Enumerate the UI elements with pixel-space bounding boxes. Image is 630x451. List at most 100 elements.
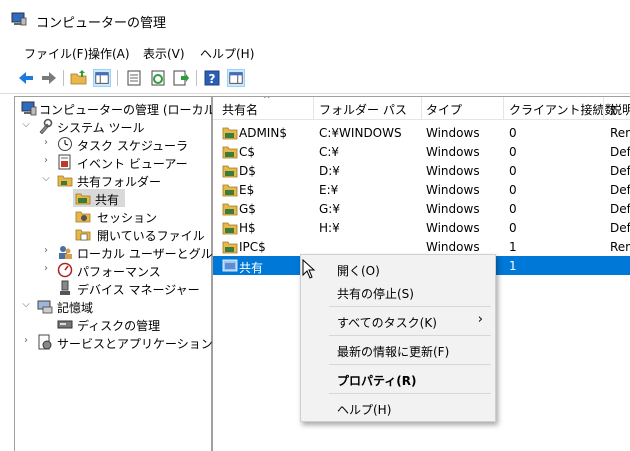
- tree-item-system-tools[interactable]: ⌵ システム ツール: [15, 117, 209, 135]
- tree-item-open-files[interactable]: 開いているファイル: [15, 225, 209, 243]
- show-hide-action-pane-icon[interactable]: [227, 69, 245, 87]
- tree-label: デバイス マネージャー: [77, 283, 200, 297]
- chevron-right-icon[interactable]: ›: [41, 137, 51, 149]
- share-icon: [222, 163, 238, 178]
- context-menu: 開く(O) 共有の停止(S) すべてのタスク(K) › 最新の情報に更新(F) …: [300, 254, 496, 422]
- cell-type: Windows: [426, 221, 480, 235]
- table-row[interactable]: G$ G:¥ Windows 0 Defa: [213, 199, 630, 218]
- tree-item-storage[interactable]: ⌵ 記憶域: [15, 297, 209, 315]
- column-header-client-connections[interactable]: クライアント接続数: [509, 101, 617, 118]
- tree-label: 記憶域: [57, 301, 94, 315]
- menu-item-refresh[interactable]: 最新の情報に更新(F): [301, 339, 495, 361]
- menu-item-all-tasks[interactable]: すべてのタスク(K) ›: [301, 310, 495, 332]
- menu-view[interactable]: 表示(V): [143, 45, 185, 62]
- menu-separator: [329, 393, 491, 394]
- tree-item-disk-management[interactable]: ディスクの管理: [15, 315, 209, 333]
- svg-text:?: ?: [209, 72, 216, 86]
- cell-type: Windows: [426, 183, 480, 197]
- cell-clients: 0: [509, 164, 517, 178]
- menu-item-stop-sharing[interactable]: 共有の停止(S): [301, 281, 495, 303]
- cell-path: C:¥: [319, 145, 340, 159]
- cell-type: Windows: [426, 126, 480, 140]
- cell-desc: Defa: [610, 202, 630, 216]
- cell-name: E$: [239, 183, 255, 197]
- menu-help[interactable]: ヘルプ(H): [200, 45, 254, 62]
- share-icon: [75, 193, 91, 205]
- chevron-right-icon[interactable]: ›: [41, 263, 51, 275]
- help-icon[interactable]: ?: [203, 69, 221, 87]
- console-tree: コンピューターの管理 (ローカル) ⌵ システム ツール › タスク スケジュー…: [14, 96, 236, 451]
- cell-clients: 0: [509, 221, 517, 235]
- column-header-type[interactable]: タイプ: [426, 101, 462, 118]
- cell-clients: 1: [509, 240, 517, 254]
- table-row[interactable]: C$ C:¥ Windows 0 Defa: [213, 142, 630, 161]
- chevron-down-icon[interactable]: ⌵: [41, 173, 51, 185]
- chevron-down-icon[interactable]: ⌵: [21, 119, 31, 131]
- menu-item-label: 共有の停止(S): [337, 287, 414, 301]
- cell-clients: 0: [509, 183, 517, 197]
- menu-separator: [329, 364, 491, 365]
- chevron-right-icon[interactable]: ›: [41, 155, 51, 167]
- tree-label: コンピューターの管理 (ローカル): [39, 103, 221, 117]
- tree-item-computer-management[interactable]: コンピューターの管理 (ローカル): [15, 99, 220, 117]
- column-header-description[interactable]: 説明: [610, 101, 630, 118]
- menu-action[interactable]: 操作(A): [88, 45, 130, 62]
- users-icon: [59, 246, 72, 259]
- cell-clients: 0: [509, 126, 517, 140]
- session-icon: [75, 211, 91, 223]
- forward-icon[interactable]: [40, 69, 58, 87]
- tree-item-sessions[interactable]: セッション: [15, 207, 209, 225]
- tree-item-performance[interactable]: › パフォーマンス: [15, 261, 209, 279]
- tree-label: ディスクの管理: [77, 319, 161, 333]
- tree-item-shares[interactable]: 共有: [73, 189, 125, 207]
- disk-icon: [57, 320, 73, 329]
- table-row[interactable]: D$ D:¥ Windows 0 Defa: [213, 161, 630, 180]
- tree-item-event-viewer[interactable]: › イベント ビューアー: [15, 153, 209, 171]
- toolbar: ?: [0, 63, 630, 94]
- tree-item-device-manager[interactable]: デバイス マネージャー: [15, 279, 209, 297]
- cell-clients: 0: [509, 202, 517, 216]
- cell-type: Windows: [426, 202, 480, 216]
- menu-file[interactable]: ファイル(F): [24, 45, 88, 62]
- cell-type: Windows: [426, 164, 480, 178]
- menu-item-properties[interactable]: プロパティ(R): [301, 368, 495, 390]
- refresh-icon[interactable]: [149, 69, 167, 87]
- open-files-icon: [75, 229, 91, 241]
- cell-name: G$: [239, 202, 256, 216]
- tree-item-task-scheduler[interactable]: › タスク スケジューラ: [15, 135, 209, 153]
- show-hide-tree-icon[interactable]: [93, 69, 111, 87]
- menu-item-help[interactable]: ヘルプ(H): [301, 397, 495, 419]
- chevron-right-icon[interactable]: ›: [41, 245, 51, 257]
- cell-name: 共有: [239, 261, 264, 275]
- cell-clients: 1: [509, 259, 517, 273]
- device-manager-icon: [60, 280, 70, 295]
- tree-item-services-applications[interactable]: › サービスとアプリケーション: [15, 333, 213, 351]
- tree-item-local-users-groups[interactable]: › ローカル ユーザーとグループ: [15, 243, 236, 261]
- menu-item-label: すべてのタスク(K): [337, 316, 437, 330]
- clock-icon: [58, 137, 72, 151]
- menu-separator: [329, 335, 491, 336]
- tools-icon: [39, 118, 53, 134]
- services-icon: [38, 334, 52, 350]
- list-header: 共有名 ^ フォルダー パス タイプ クライアント接続数 説明: [213, 97, 630, 120]
- tree-label: 共有: [95, 193, 120, 207]
- tree-item-shared-folders[interactable]: ⌵ 共有フォルダー: [15, 171, 209, 189]
- table-row[interactable]: H$ H:¥ Windows 0 Defa: [213, 218, 630, 237]
- column-header-folder-path[interactable]: フォルダー パス: [319, 101, 407, 118]
- back-icon[interactable]: [17, 69, 35, 87]
- tree-label: イベント ビューアー: [77, 157, 188, 171]
- share-icon: [222, 201, 238, 216]
- column-header-share-name[interactable]: 共有名: [222, 101, 258, 118]
- table-row[interactable]: E$ E:¥ Windows 0 Defa: [213, 180, 630, 199]
- chevron-down-icon[interactable]: ⌵: [21, 299, 31, 311]
- export-list-icon[interactable]: [172, 69, 190, 87]
- table-row[interactable]: ADMIN$ C:¥WINDOWS Windows 0 Rem: [213, 123, 630, 142]
- chevron-right-icon[interactable]: ›: [21, 335, 31, 347]
- properties-list-icon[interactable]: [125, 69, 143, 87]
- menu-item-open[interactable]: 開く(O): [301, 258, 495, 280]
- tree-label: タスク スケジューラ: [77, 139, 188, 153]
- cell-type: Windows: [426, 240, 480, 254]
- cell-desc: Rem: [610, 240, 630, 254]
- up-folder-icon[interactable]: [70, 69, 88, 87]
- tree-label: セッション: [97, 211, 158, 225]
